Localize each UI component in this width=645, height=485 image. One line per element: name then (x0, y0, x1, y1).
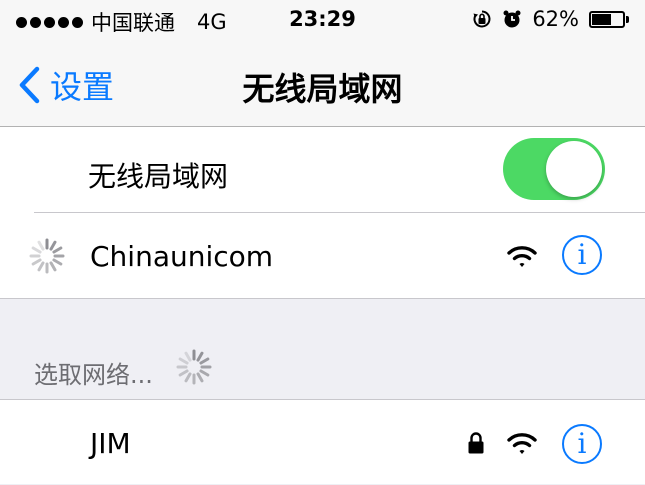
battery-percent: 62% (532, 7, 579, 31)
status-bar: 中国联通 4G 23:29 62% (0, 0, 645, 42)
network-list: JIM i (0, 399, 645, 484)
wifi-settings-group: 无线局域网 Chinaunicom i (0, 127, 645, 299)
alarm-icon (503, 10, 521, 28)
spinner-icon (176, 349, 212, 385)
rotation-lock-icon (473, 10, 491, 28)
wifi-signal-icon (507, 433, 537, 454)
connected-network-row[interactable]: Chinaunicom i (0, 213, 645, 298)
wifi-toggle-switch[interactable] (503, 138, 605, 200)
network-name: JIM (90, 427, 131, 460)
page-title: 无线局域网 (242, 70, 403, 108)
choose-network-header: 选取网络... (0, 299, 645, 399)
choose-network-label: 选取网络... (34, 361, 153, 389)
info-button[interactable]: i (562, 235, 602, 275)
connected-network-name: Chinaunicom (90, 240, 274, 273)
info-button[interactable]: i (562, 424, 602, 464)
lock-icon (468, 432, 484, 454)
wifi-toggle-row: 无线局域网 (0, 127, 645, 212)
network-row-jim[interactable]: JIM i (0, 400, 645, 485)
navigation-bar: 设置 无线局域网 (0, 42, 645, 127)
spinner-icon (29, 238, 65, 274)
wifi-signal-icon (507, 246, 537, 267)
status-right: 62% (472, 7, 629, 31)
wifi-toggle-label: 无线局域网 (88, 160, 229, 193)
battery-icon (589, 10, 629, 28)
